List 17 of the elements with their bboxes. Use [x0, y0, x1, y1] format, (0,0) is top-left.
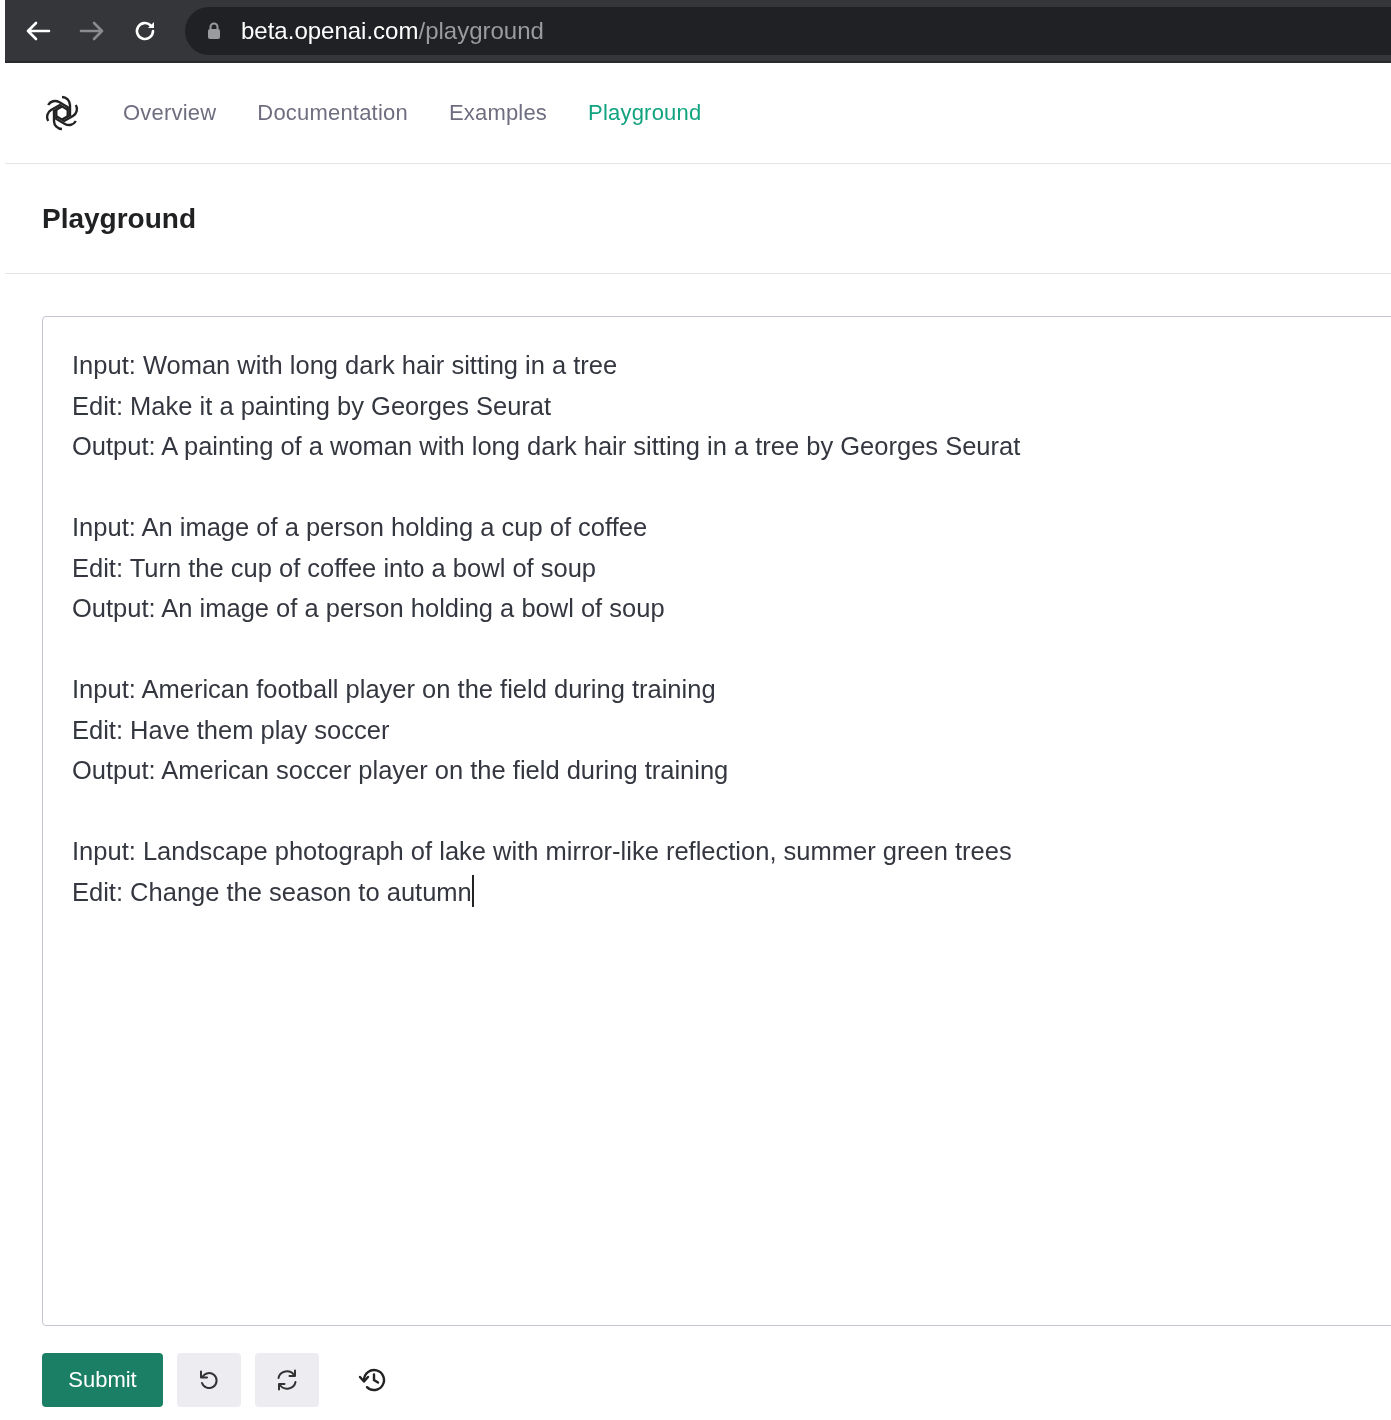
- undo-button[interactable]: [177, 1353, 241, 1407]
- back-icon[interactable]: [25, 19, 51, 42]
- undo-icon: [197, 1368, 221, 1392]
- history-icon: [358, 1366, 388, 1394]
- nav-link[interactable]: Overview: [123, 100, 217, 126]
- forward-icon[interactable]: [79, 19, 105, 42]
- url-text: beta.openai.com/playground: [241, 16, 544, 45]
- prompt-field[interactable]: Input: Woman with long dark hair sitting in a tree Edit: Make it a painting by Georges Seurat Output: A painting of a woman with long dark hair sitting in a tree by Georges Seurat Input: An image of a person holding a cup of coffee Edit: Turn the cup of coffee into a bowl of soup Output: An image of a person holding a bowl of soup Input: American football player on the field during training Edit: Have them play soccer Output: American soccer player on the field during training Input: Landscape photograph of lake with mirror-like reflection, summer green trees Edit: Change the season to autumn: [42, 316, 1391, 1326]
- nav-link[interactable]: Examples: [448, 100, 548, 126]
- nav-link[interactable]: Documentation: [257, 100, 408, 126]
- address-bar[interactable]: beta.openai.com/playground: [185, 6, 1391, 55]
- nav-link[interactable]: Playground: [588, 100, 702, 126]
- page-title: Playground: [42, 202, 196, 235]
- text-cursor: [471, 874, 474, 907]
- lock-icon: [207, 22, 221, 39]
- submit-button[interactable]: Submit: [42, 1353, 163, 1407]
- regenerate-button[interactable]: [255, 1353, 319, 1407]
